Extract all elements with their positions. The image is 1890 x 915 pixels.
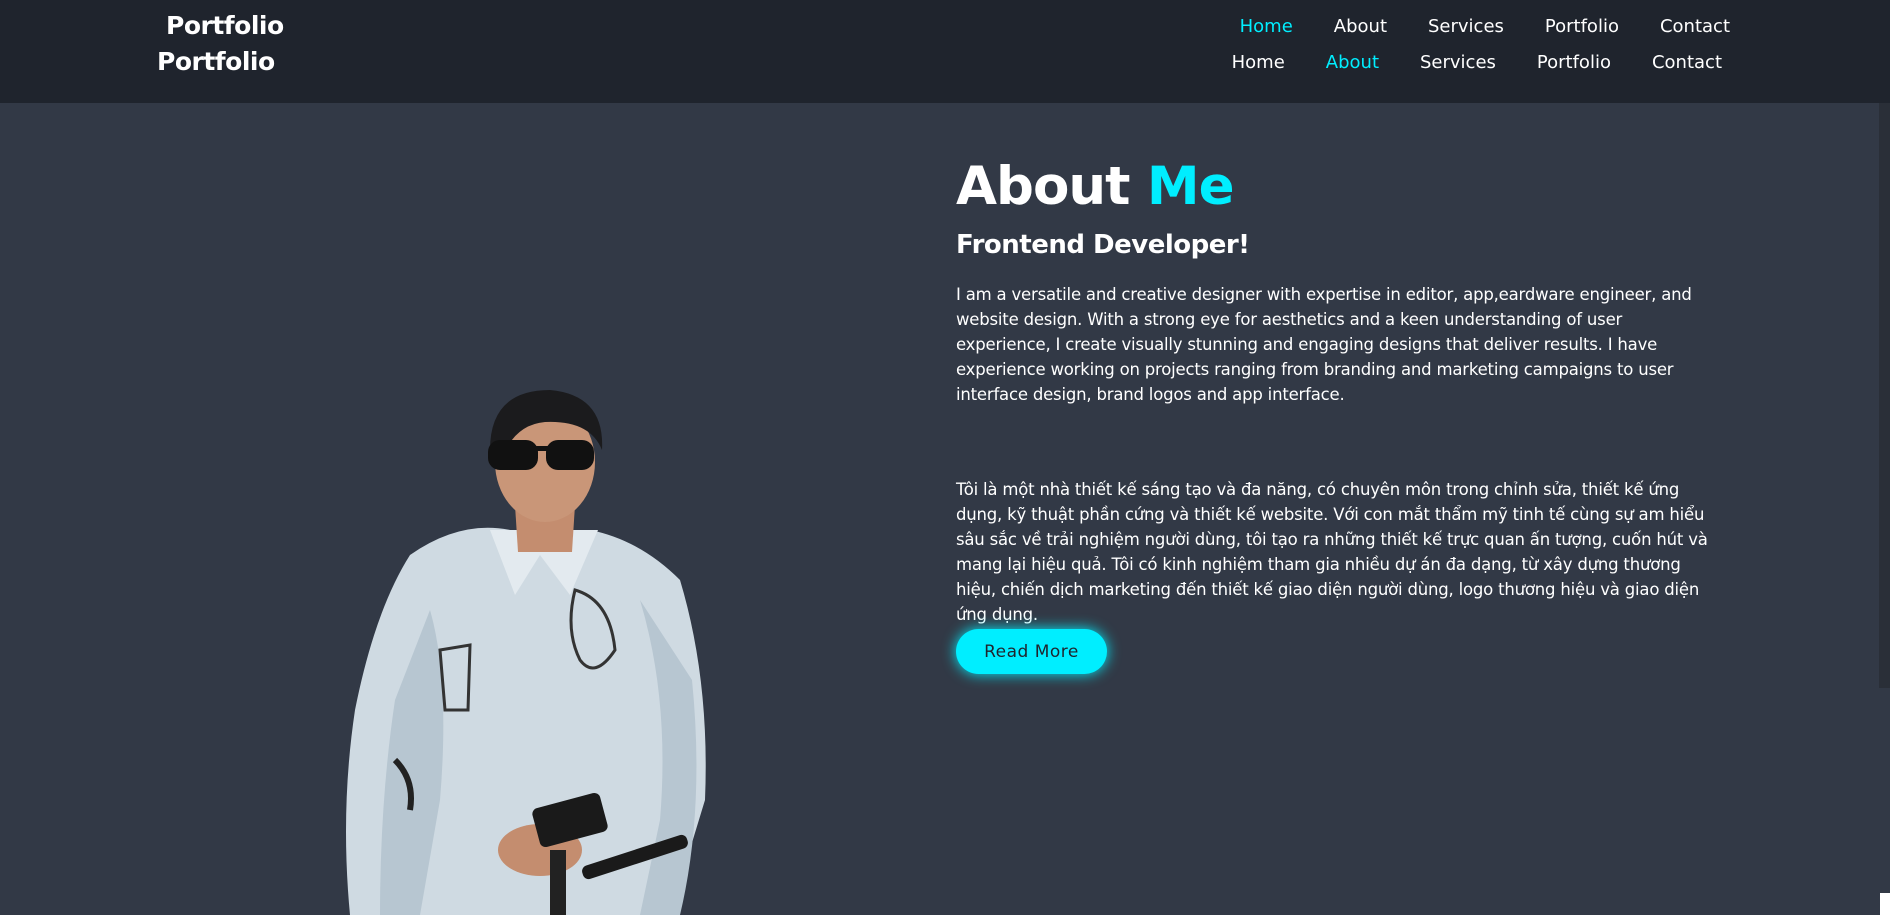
about-photo <box>340 380 760 915</box>
corner-indicator <box>1880 893 1890 915</box>
read-more-button[interactable]: Read More <box>956 629 1107 674</box>
nav-link-services[interactable]: Services <box>1420 52 1496 73</box>
logo-duplicate[interactable]: Portfolio <box>157 47 275 76</box>
about-paragraph-en: I am a versatile and creative designer w… <box>956 285 1692 404</box>
navbar-primary: Home About Services Portfolio Contact <box>1240 16 1730 37</box>
about-heading-accent: Me <box>1146 156 1235 217</box>
scrollbar[interactable] <box>1879 103 1890 688</box>
about-paragraph-vi: Tôi là một nhà thiết kế sáng tạo và đa n… <box>956 480 1708 624</box>
navbar-secondary: Home About Services Portfolio Contact <box>1232 52 1722 73</box>
about-content: About Me Frontend Developer! I am a vers… <box>956 152 1721 627</box>
nav-link-home[interactable]: Home <box>1240 16 1293 37</box>
logo[interactable]: Portfolio <box>166 11 284 40</box>
nav-link-services[interactable]: Services <box>1428 16 1504 37</box>
nav-link-about[interactable]: About <box>1326 52 1379 73</box>
nav-link-portfolio[interactable]: Portfolio <box>1537 52 1611 73</box>
nav-link-about[interactable]: About <box>1334 16 1387 37</box>
about-heading-main: About <box>956 156 1130 217</box>
site-header: Portfolio Portfolio Home About Services … <box>0 0 1890 103</box>
nav-link-portfolio[interactable]: Portfolio <box>1545 16 1619 37</box>
about-heading: About Me <box>956 152 1721 222</box>
nav-link-home[interactable]: Home <box>1232 52 1285 73</box>
nav-link-contact[interactable]: Contact <box>1660 16 1730 37</box>
nav-link-contact[interactable]: Contact <box>1652 52 1722 73</box>
about-subtitle: Frontend Developer! <box>956 230 1250 260</box>
